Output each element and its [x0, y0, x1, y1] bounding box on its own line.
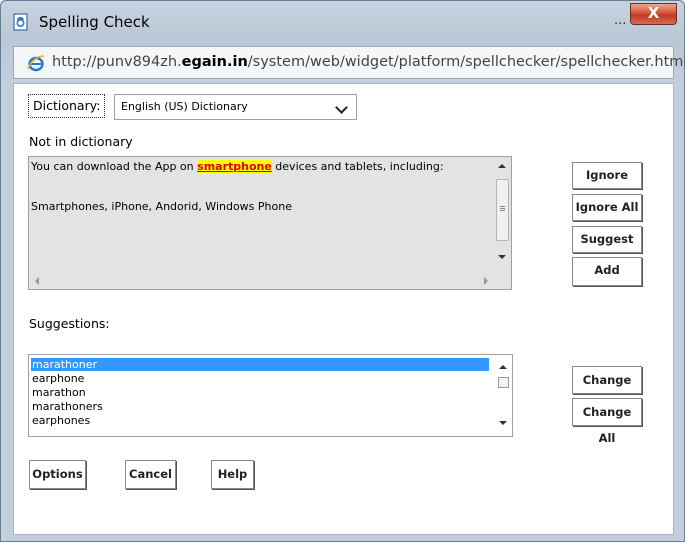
not-in-dictionary-label: Not in dictionary — [29, 134, 133, 149]
dictionary-label: Dictionary: — [28, 94, 106, 118]
text-horizontal-scrollbar[interactable] — [29, 272, 496, 289]
suggestions-list[interactable]: marathoner earphone marathon marathoners… — [28, 354, 513, 437]
dialog-content: Dictionary: English (US) Dictionary Not … — [13, 83, 674, 535]
ignore-all-button[interactable]: Ignore All — [572, 194, 642, 221]
options-button[interactable]: Options — [29, 460, 86, 489]
url-domain: egain.in — [181, 54, 248, 70]
suggest-button[interactable]: Suggest — [572, 226, 642, 253]
title-bar[interactable]: Spelling Check ... X — [1, 1, 684, 41]
suggestion-item-selected[interactable]: marathoner — [31, 358, 489, 371]
text-line-1-before: You can download the App on — [31, 160, 198, 173]
text-line-1: You can download the App on smartphone d… — [31, 160, 444, 173]
suggestions-label: Suggestions: — [29, 316, 110, 331]
document-icon — [13, 13, 28, 31]
suggestions-scrollbar[interactable] — [495, 355, 512, 436]
url-text: http://punv894zh.egain.in/system/web/wid… — [52, 54, 685, 70]
ignore-button[interactable]: Ignore — [572, 162, 642, 189]
scroll-right-icon[interactable] — [484, 277, 488, 285]
text-line-1-after: devices and tablets, including: — [271, 160, 444, 173]
scroll-down-icon[interactable] — [499, 421, 507, 425]
scroll-left-icon[interactable] — [35, 277, 39, 285]
dictionary-select[interactable]: English (US) Dictionary — [114, 94, 357, 120]
suggestion-item[interactable]: earphones — [31, 414, 489, 427]
scrollbar-thumb[interactable] — [496, 179, 509, 241]
suggestion-item[interactable]: earphone — [31, 372, 489, 385]
spelling-check-window: Spelling Check ... X http://punv894zh.eg… — [0, 0, 685, 542]
url-prefix: http://punv894zh. — [52, 54, 182, 70]
cancel-button[interactable]: Cancel — [125, 460, 176, 489]
dictionary-selected-value: English (US) Dictionary — [121, 100, 248, 113]
minimize-button[interactable]: ... — [614, 13, 626, 28]
change-all-button[interactable]: Change All — [572, 398, 642, 445]
scrollbar-thumb[interactable] — [498, 377, 509, 388]
suggestion-item[interactable]: marathon — [31, 386, 489, 399]
suggestion-item[interactable]: marathoners — [31, 400, 489, 413]
text-line-2: Smartphones, iPhone, Andorid, Windows Ph… — [31, 200, 292, 213]
help-button[interactable]: Help — [211, 460, 254, 489]
text-preview-box[interactable]: You can download the App on smartphone d… — [28, 156, 512, 290]
scroll-up-icon[interactable] — [498, 164, 506, 168]
close-button[interactable]: X — [630, 3, 677, 25]
url-path: /system/web/widget/platform/spellchecker… — [247, 54, 685, 70]
window-title: Spelling Check — [39, 13, 150, 31]
scroll-up-icon[interactable] — [499, 365, 507, 369]
chevron-down-icon — [335, 101, 348, 114]
internet-explorer-icon — [27, 55, 45, 72]
change-button[interactable]: Change — [572, 366, 642, 394]
close-icon: X — [647, 4, 660, 22]
address-bar: http://punv894zh.egain.in/system/web/wid… — [13, 46, 685, 79]
misspelled-word: smartphone — [197, 160, 272, 173]
add-button[interactable]: Add — [572, 257, 642, 286]
text-vertical-scrollbar[interactable] — [494, 157, 511, 273]
scroll-down-icon[interactable] — [498, 255, 506, 259]
